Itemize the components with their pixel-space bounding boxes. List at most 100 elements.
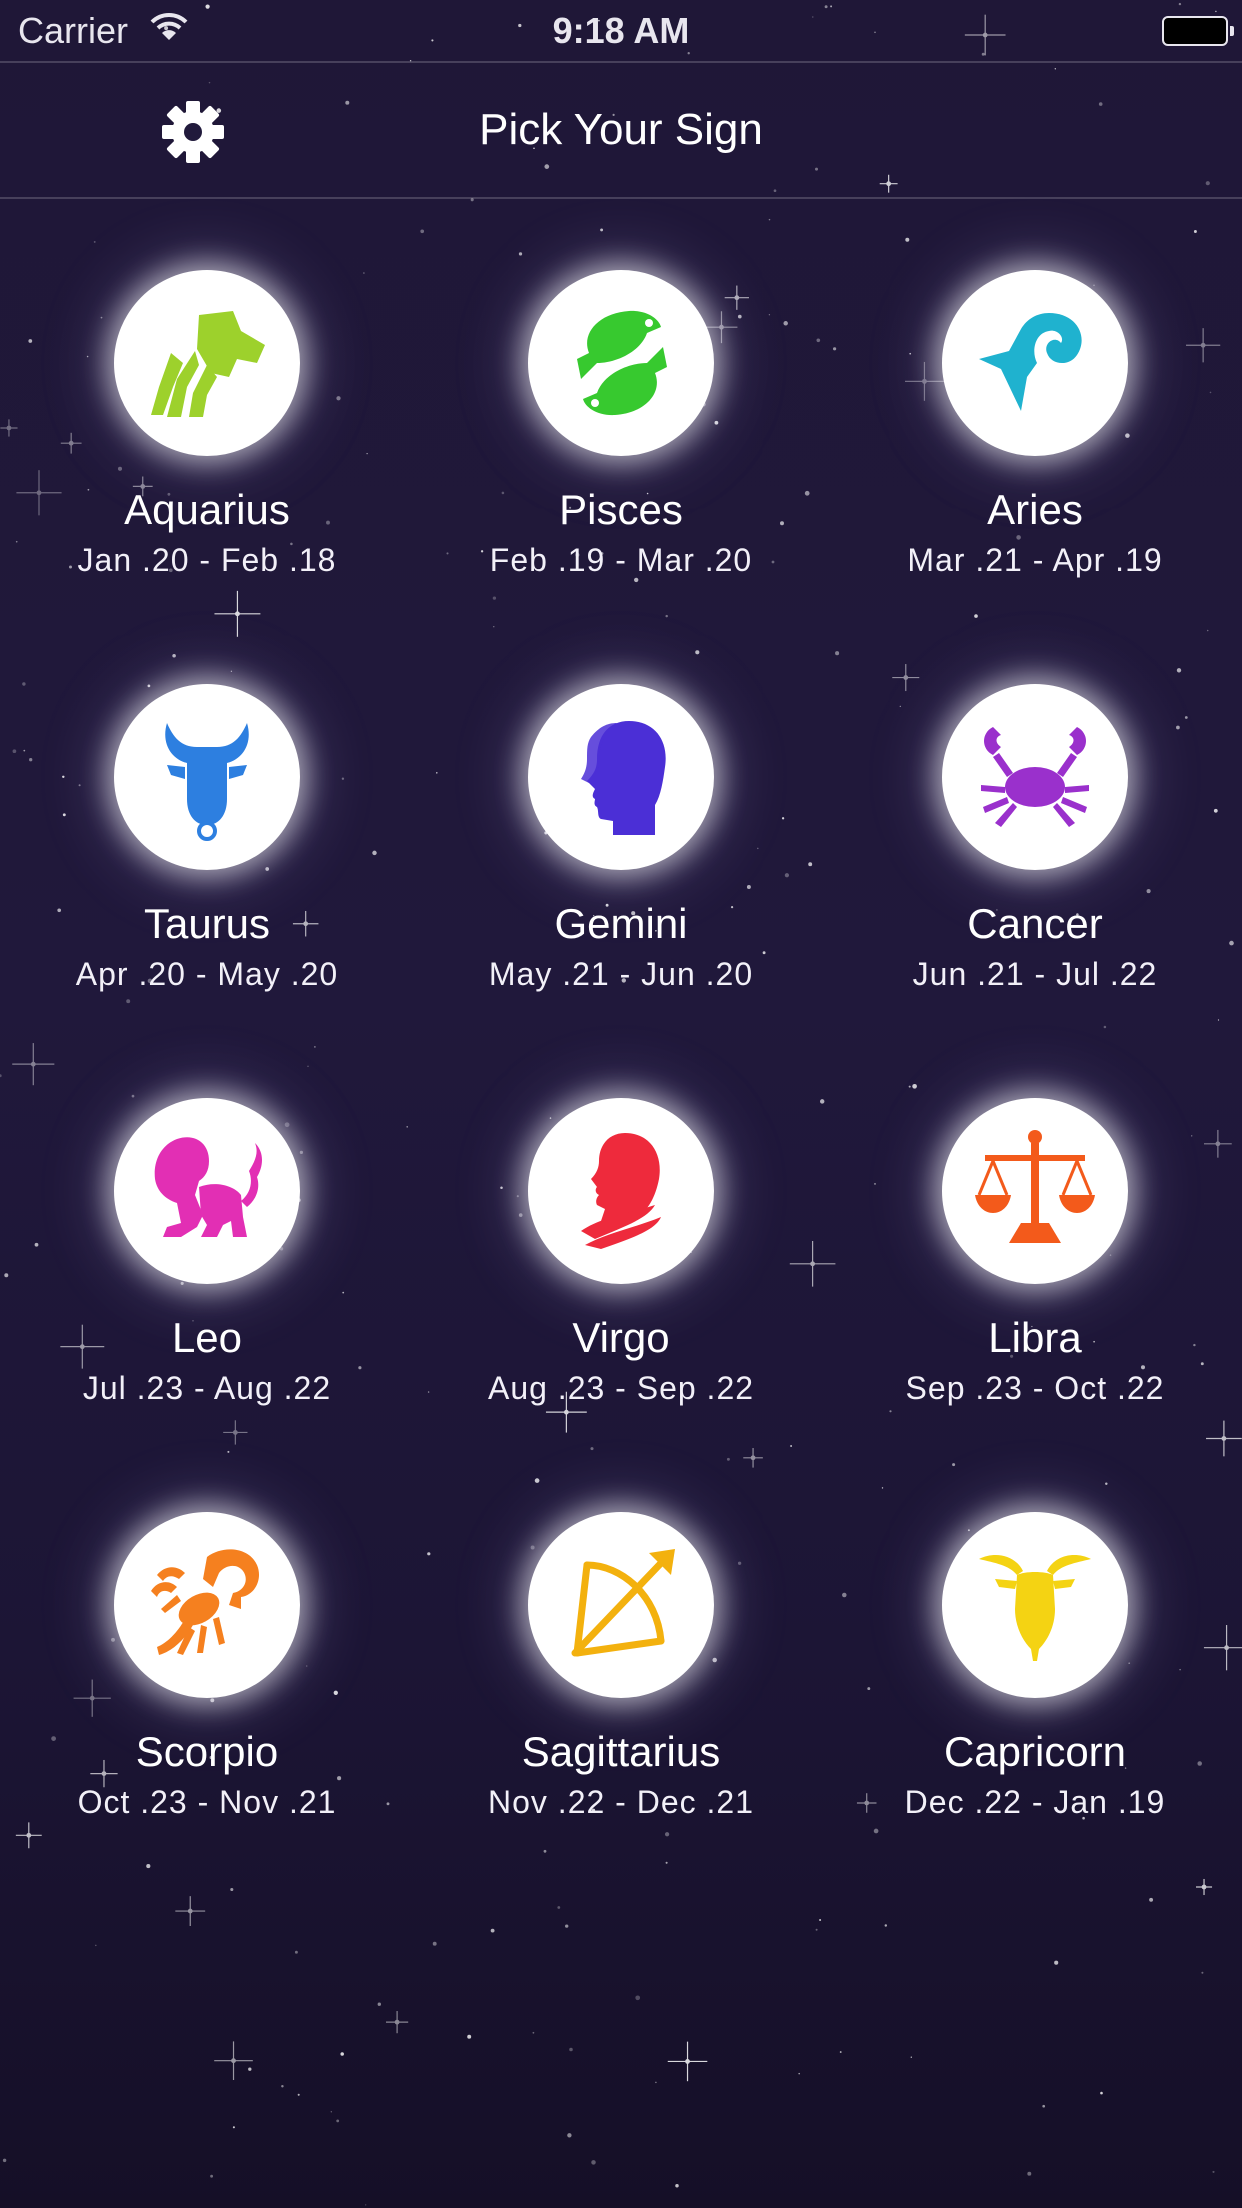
star: [565, 1924, 569, 1928]
sign-dates: May .21 - Jun .20: [488, 956, 754, 992]
pisces-icon: [577, 310, 667, 416]
sign-circle: [114, 1098, 300, 1284]
sign-dates: Aug .23 - Sep .22: [487, 1370, 755, 1406]
sign-circle: [942, 270, 1128, 456]
star: [146, 1864, 151, 1869]
star: [297, 2093, 300, 2096]
sign-name: Sagittarius: [521, 1728, 721, 1775]
star: [2, 2158, 7, 2163]
taurus-icon: [165, 723, 249, 841]
star: [230, 1887, 234, 1892]
sign-circle: [528, 684, 714, 870]
sign-cell-pisces[interactable]: Pisces Feb .19 - Mar .20: [414, 200, 828, 600]
sign-circle: [114, 270, 300, 456]
sign-cell-leo[interactable]: Leo Jul .23 - Aug .22: [0, 1028, 414, 1428]
sign-cell-virgo[interactable]: Virgo Aug .23 - Sep .22: [414, 1028, 828, 1428]
star: [567, 2133, 572, 2138]
sign-circle: [942, 684, 1128, 870]
star: [910, 2056, 912, 2058]
sign-dates: Nov .22 - Dec .21: [488, 1784, 754, 1820]
sign-dates: Feb .19 - Mar .20: [489, 542, 753, 578]
star: [95, 1944, 97, 1947]
star: [815, 1928, 818, 1931]
star: [1027, 2171, 1032, 2176]
aquarius-icon: [151, 311, 265, 417]
sign-cell-aquarius[interactable]: Aquarius Jan .20 - Feb .18: [0, 200, 414, 600]
sign-circle: [528, 1512, 714, 1698]
leo-icon: [154, 1137, 262, 1237]
sign-name: Leo: [171, 1314, 243, 1361]
sign-dates: Apr .20 - May .20: [75, 956, 339, 992]
star: [591, 2160, 596, 2165]
sign-name: Cancer: [967, 900, 1103, 947]
star: [336, 2119, 340, 2123]
sign-name: Aries: [987, 486, 1083, 533]
star: [557, 1906, 561, 1909]
sign-cell-cancer[interactable]: Cancer Jun .21 - Jul .22: [828, 614, 1242, 1014]
sign-name: Virgo: [572, 1314, 670, 1361]
sign-circle: [528, 270, 714, 456]
sign-cell-taurus[interactable]: Taurus Apr .20 - May .20: [0, 614, 414, 1014]
star: [248, 2067, 252, 2071]
star: [569, 2047, 573, 2052]
sparkle-star: [385, 2011, 409, 2034]
star: [432, 1941, 437, 1946]
sign-cell-scorpio[interactable]: Scorpio Oct .23 - Nov .21: [0, 1442, 414, 1842]
sign-name: Gemini: [554, 900, 688, 947]
sign-name: Scorpio: [135, 1728, 279, 1775]
star: [467, 2034, 472, 2039]
star: [294, 1950, 298, 1954]
star: [340, 2052, 344, 2056]
star: [281, 2085, 284, 2088]
sign-circle: [528, 1098, 714, 1284]
battery-icon: [1162, 16, 1234, 46]
libra-icon: [975, 1130, 1095, 1243]
sign-circle: [114, 684, 300, 870]
sign-dates: Jul .23 - Aug .22: [82, 1370, 332, 1406]
scorpio-icon: [151, 1549, 260, 1655]
gemini-icon: [581, 721, 666, 835]
sign-cell-capricorn[interactable]: Capricorn Dec .22 - Jan .19: [828, 1442, 1242, 1842]
star: [1212, 2170, 1215, 2173]
star: [884, 1924, 888, 1927]
star: [1054, 1960, 1059, 1965]
star: [1042, 2104, 1046, 2108]
sparkle-star: [1195, 1878, 1213, 1896]
sign-name: Taurus: [143, 900, 271, 947]
sign-cell-aries[interactable]: Aries Mar .21 - Apr .19: [828, 200, 1242, 600]
sign-name: Aquarius: [124, 486, 290, 533]
sign-name: Capricorn: [943, 1728, 1127, 1775]
star: [330, 2111, 332, 2113]
page-title: Pick Your Sign: [479, 105, 763, 154]
sparkle-star: [214, 2041, 253, 2080]
capricorn-icon: [979, 1555, 1091, 1661]
star: [543, 1849, 547, 1853]
navigation-bar: Pick Your Sign: [0, 61, 1242, 199]
star: [655, 2081, 657, 2084]
star: [665, 1861, 668, 1864]
star: [232, 2126, 235, 2129]
star: [1100, 2091, 1103, 2095]
sign-name: Libra: [988, 1314, 1082, 1361]
sign-dates: Dec .22 - Jan .19: [904, 1784, 1166, 1820]
sign-name: Pisces: [559, 486, 683, 533]
sagittarius-icon: [571, 1549, 675, 1657]
star: [839, 2051, 842, 2053]
sign-circle: [114, 1512, 300, 1698]
sign-dates: Jun .21 - Jul .22: [912, 956, 1158, 992]
sign-cell-sagittarius[interactable]: Sagittarius Nov .22 - Dec .21: [414, 1442, 828, 1842]
sign-cell-libra[interactable]: Libra Sep .23 - Oct .22: [828, 1028, 1242, 1428]
star: [798, 2072, 800, 2075]
star: [532, 2031, 535, 2034]
star: [1149, 1897, 1154, 1902]
sign-circle: [942, 1512, 1128, 1698]
status-bar: Carrier 9:18 AM: [0, 0, 1242, 62]
sign-cell-gemini[interactable]: Gemini May .21 - Jun .20: [414, 614, 828, 1014]
star: [1201, 1971, 1204, 1974]
virgo-icon: [581, 1133, 661, 1249]
sparkle-star: [175, 1896, 206, 1926]
sign-dates: Sep .23 - Oct .22: [905, 1370, 1165, 1406]
aries-icon: [979, 313, 1082, 411]
status-time: 9:18 AM: [552, 10, 690, 51]
star: [490, 1928, 495, 1933]
